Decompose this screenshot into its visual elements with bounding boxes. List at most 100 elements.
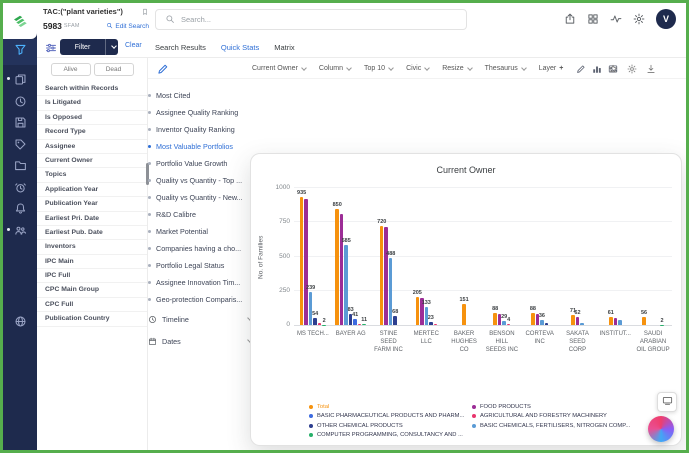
bar[interactable]: [358, 324, 362, 325]
bar[interactable]: [340, 214, 344, 325]
gear-icon[interactable]: [633, 13, 645, 25]
legend-item[interactable]: BASIC CHEMICALS, FERTILISERS, NITROGEN C…: [472, 421, 630, 431]
filter-field-earliest-pub-date[interactable]: Earliest Pub. Date: [37, 226, 147, 240]
analysis-item-portfolio-legal-status[interactable]: Portfolio Legal Status: [148, 257, 260, 274]
star-icon[interactable]: [608, 64, 618, 74]
legend-item[interactable]: BASIC PHARMACEUTICAL PRODUCTS AND PHARM.…: [309, 412, 472, 422]
dropdown-top-10[interactable]: Top 10: [364, 65, 393, 72]
alive-toggle[interactable]: Alive: [51, 63, 91, 76]
user-avatar[interactable]: V: [656, 9, 676, 29]
bar[interactable]: 720: [380, 226, 384, 325]
layer-control[interactable]: Layer+: [539, 65, 564, 72]
bar[interactable]: 205: [416, 297, 420, 325]
tab-quick-stats[interactable]: Quick Stats: [221, 43, 259, 52]
bar[interactable]: [434, 324, 438, 325]
filter-field-ipc-full[interactable]: IPC Full: [37, 269, 147, 283]
chat-widget-button[interactable]: [648, 416, 674, 442]
bar[interactable]: 151: [462, 304, 466, 325]
filter-field-application-year[interactable]: Application Year: [37, 183, 147, 197]
export-icon[interactable]: [564, 13, 576, 25]
bar[interactable]: 88: [493, 313, 497, 325]
bar[interactable]: [384, 227, 388, 325]
bar[interactable]: 41: [353, 319, 357, 325]
bar[interactable]: 62: [576, 317, 580, 325]
bar[interactable]: 935: [300, 197, 304, 325]
legend-item[interactable]: Total: [309, 402, 472, 412]
analysis-item-assignee-innovation-tim-[interactable]: Assignee Innovation Tim...: [148, 274, 260, 291]
filter-field-topics[interactable]: Topics: [37, 168, 147, 182]
history-icon[interactable]: [3, 91, 37, 113]
alarm-icon[interactable]: [3, 177, 37, 199]
app-logo[interactable]: [3, 3, 37, 39]
search-input[interactable]: Search...: [155, 9, 467, 30]
pencil-icon[interactable]: [576, 64, 586, 74]
filter-button[interactable]: Filter: [60, 39, 118, 55]
dropdown-column[interactable]: Column: [319, 65, 351, 72]
download-icon[interactable]: [646, 64, 656, 74]
analysis-item-most-cited[interactable]: Most Cited: [148, 87, 260, 104]
filter-field-cpc-main-group[interactable]: CPC Main Group: [37, 283, 147, 297]
bar[interactable]: 88: [531, 313, 535, 325]
analysis-item-assignee-quality-ranking[interactable]: Assignee Quality Ranking: [148, 104, 260, 121]
filter-field-is-litigated[interactable]: Is Litigated: [37, 96, 147, 110]
legend-item[interactable]: AGRICULTURAL AND FORESTRY MACHINERY: [472, 412, 630, 422]
bar[interactable]: 239: [309, 292, 313, 325]
feedback-button[interactable]: [657, 392, 677, 412]
save-icon[interactable]: [3, 112, 37, 134]
analysis-item-r-d-calibre[interactable]: R&D Calibre: [148, 206, 260, 223]
filter-nav-icon[interactable]: [3, 39, 37, 65]
bar[interactable]: 850: [335, 209, 339, 325]
analysis-item-quality-vs-quantity-new-[interactable]: Quality vs Quantity - New...: [148, 189, 260, 206]
barchart-icon[interactable]: [592, 64, 602, 74]
filter-field-search-within-records[interactable]: Search within Records: [37, 82, 147, 96]
bar[interactable]: 56: [642, 317, 646, 325]
dropdown-thesaurus[interactable]: Thesaurus: [485, 65, 526, 72]
analysis-item-most-valuable-portfolios[interactable]: Most Valuable Portfolios: [148, 138, 260, 155]
bar[interactable]: [545, 323, 549, 325]
dropdown-current-owner[interactable]: Current Owner: [252, 65, 306, 72]
analysis-item-portfolio-value-growth[interactable]: Portfolio Value Growth: [148, 155, 260, 172]
bar[interactable]: 23: [429, 322, 433, 325]
tab-search-results[interactable]: Search Results: [155, 43, 206, 52]
bar[interactable]: 2: [322, 325, 326, 326]
bar[interactable]: 61: [609, 317, 613, 325]
filter-field-earliest-pri-date[interactable]: Earliest Pri. Date: [37, 212, 147, 226]
tab-matrix[interactable]: Matrix: [274, 43, 294, 52]
legend-item[interactable]: COMPUTER PROGRAMMING, CONSULTANCY AND ..…: [309, 431, 472, 441]
dead-toggle[interactable]: Dead: [94, 63, 134, 76]
dropdown-resize[interactable]: Resize: [442, 65, 471, 72]
filter-field-inventors[interactable]: Inventors: [37, 240, 147, 254]
bar[interactable]: 4: [507, 324, 511, 325]
analysis-item-quality-vs-quantity-top-[interactable]: Quality vs Quantity - Top ...: [148, 172, 260, 189]
filter-dropdown-caret[interactable]: [105, 39, 118, 55]
bar[interactable]: 2: [660, 325, 664, 326]
bar[interactable]: 488: [389, 258, 393, 325]
filter-field-publication-country[interactable]: Publication Country: [37, 312, 147, 326]
clear-button[interactable]: Clear: [125, 42, 142, 49]
bar[interactable]: 585: [344, 245, 348, 325]
bookmark-icon[interactable]: [141, 8, 149, 16]
bar[interactable]: [318, 323, 322, 325]
bar[interactable]: 29: [502, 321, 506, 325]
edit-search-link[interactable]: Edit Search: [106, 22, 149, 31]
bar[interactable]: 71: [571, 315, 575, 325]
bar[interactable]: 36: [540, 320, 544, 325]
bell-icon[interactable]: [3, 198, 37, 220]
bar[interactable]: 68: [393, 316, 397, 325]
tag-icon[interactable]: [3, 134, 37, 156]
filter-field-is-opposed[interactable]: Is Opposed: [37, 111, 147, 125]
filter-field-current-owner[interactable]: Current Owner: [37, 154, 147, 168]
bar[interactable]: [614, 318, 618, 325]
section-timeline[interactable]: Timeline: [148, 308, 260, 330]
folder-icon[interactable]: [3, 155, 37, 177]
globe-icon[interactable]: [3, 315, 37, 328]
bar[interactable]: [618, 320, 622, 325]
bar[interactable]: [304, 199, 308, 325]
section-dates[interactable]: Dates: [148, 330, 260, 352]
filter-field-publication-year[interactable]: Publication Year: [37, 197, 147, 211]
activity-icon[interactable]: [610, 13, 622, 25]
analysis-item-market-potential[interactable]: Market Potential: [148, 223, 260, 240]
analysis-item-companies-having-a-cho-[interactable]: Companies having a cho...: [148, 240, 260, 257]
bar[interactable]: [580, 323, 584, 325]
gear-icon[interactable]: [627, 64, 637, 74]
